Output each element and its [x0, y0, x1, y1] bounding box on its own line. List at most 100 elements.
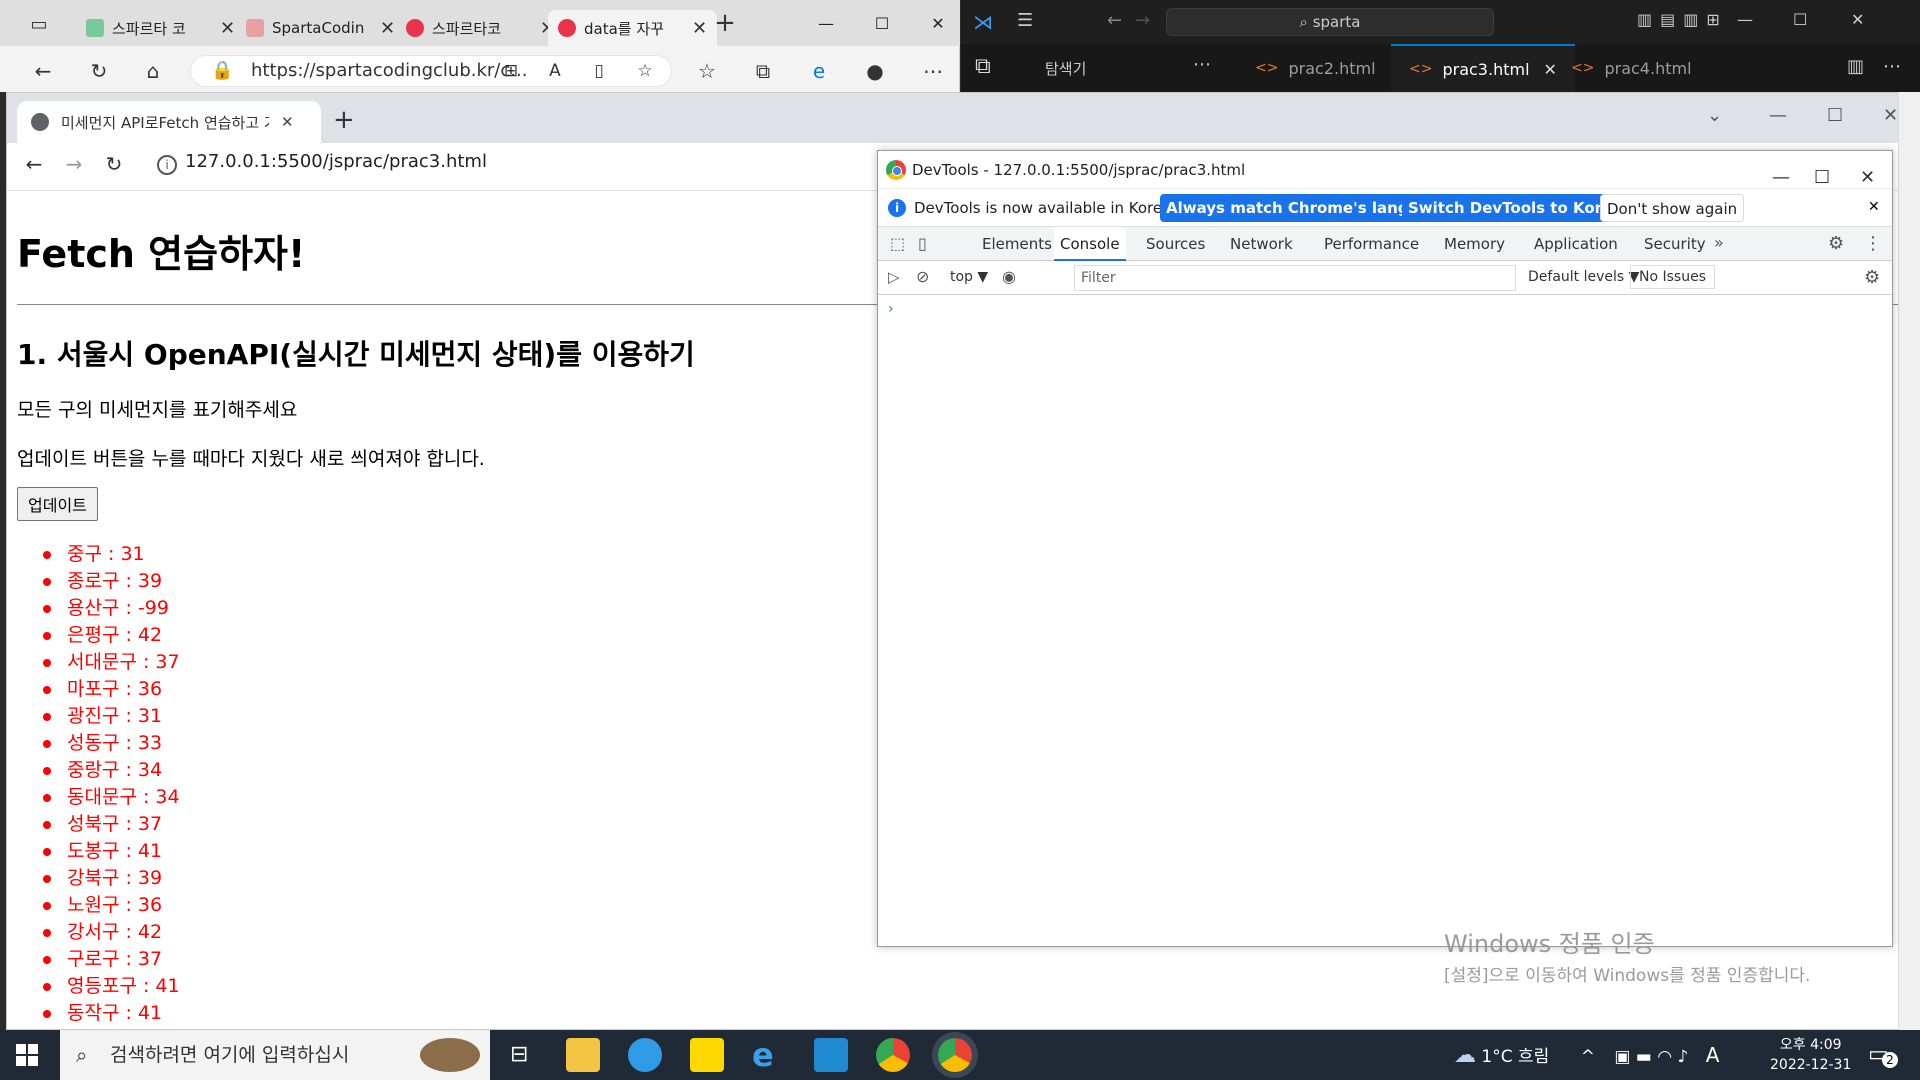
new-tab-icon[interactable]: +	[333, 105, 355, 135]
forward-icon[interactable]: →	[61, 151, 87, 177]
close-icon[interactable]: ✕	[1868, 199, 1880, 215]
eye-icon[interactable]: ◉	[1002, 267, 1016, 286]
vscode-icon[interactable]	[814, 1038, 848, 1072]
tray-icons[interactable]: ▣ ▬ ◠ ♪	[1614, 1047, 1688, 1067]
vscode-command-search[interactable]: ⌕ sparta	[1166, 8, 1494, 36]
list-item: 동작구 : 41	[43, 1000, 1913, 1027]
more-actions-icon[interactable]: ⋯	[1883, 56, 1901, 77]
close-icon[interactable]: ✕	[692, 18, 707, 39]
task-view-icon[interactable]: ⊟	[510, 1042, 528, 1067]
tab-network[interactable]: Network	[1224, 227, 1299, 261]
windows-start-icon[interactable]	[16, 1044, 38, 1066]
html-file-icon: <>	[1255, 60, 1279, 76]
site-info-icon[interactable]: i	[157, 155, 177, 175]
tab-elements[interactable]: Elements	[976, 227, 1058, 261]
tab-actions-icon[interactable]: ▭	[26, 12, 52, 38]
profile-icon[interactable]: ●	[862, 58, 888, 84]
read-aloud-icon[interactable]: A	[542, 58, 568, 84]
clock-date: 2022-12-31	[1770, 1057, 1852, 1073]
minimize-icon[interactable]: —	[816, 14, 836, 34]
input-language[interactable]: A	[1706, 1043, 1720, 1067]
chevron-up-icon[interactable]: ^	[1581, 1047, 1595, 1067]
edge-tab-1[interactable]: 스파르타 코 ✕	[76, 10, 245, 46]
close-icon[interactable]: ✕	[281, 113, 294, 131]
vscode-tab-prac2[interactable]: <> prac2.html	[1237, 44, 1394, 92]
close-window-icon[interactable]: ✕	[1883, 105, 1898, 126]
maximize-icon[interactable]: ☐	[1793, 10, 1807, 29]
back-icon[interactable]: ←	[21, 151, 47, 177]
sidebar-toggle-icon[interactable]: ▷	[888, 268, 900, 286]
chrome-url-text[interactable]: 127.0.0.1:5500/jsprac/prac3.html	[185, 151, 487, 172]
more-tabs-icon[interactable]: »	[1714, 233, 1724, 252]
edge-tab-3[interactable]: 스파르타코 ✕	[396, 10, 565, 46]
chrome-icon[interactable]	[876, 1038, 910, 1072]
close-icon[interactable]: ✕	[380, 18, 395, 39]
watermark-line-1: Windows 정품 인증	[1444, 930, 1655, 958]
chrome-tab-active[interactable]: 미세먼지 API로Fetch 연습하고 가 ✕	[17, 101, 321, 143]
weather-text[interactable]: 1°C 흐림	[1481, 1047, 1549, 1067]
notification-center-icon[interactable]: ▭ 2	[1868, 1042, 1898, 1068]
console-prompt[interactable]: ›	[888, 301, 894, 317]
tab-sources[interactable]: Sources	[1140, 227, 1211, 261]
vscode-tab-prac4[interactable]: <> prac4.html	[1553, 44, 1710, 92]
maximize-icon[interactable]: ☐	[872, 14, 892, 34]
favorites-icon[interactable]: ☆	[694, 58, 720, 84]
chrome-active-icon[interactable]	[938, 1038, 972, 1072]
heart-favicon-icon	[406, 19, 424, 37]
menu-icon[interactable]: ☰	[1017, 10, 1033, 31]
minimize-icon[interactable]: —	[1769, 105, 1787, 126]
taskbar-clock[interactable]: 오후 4:09 2022-12-31	[1770, 1035, 1851, 1075]
maximize-icon[interactable]: ☐	[1827, 105, 1843, 126]
explorer-icon[interactable]: ⧉	[975, 54, 991, 79]
system-tray: ☁ 1°C 흐림 ^ ▣ ▬ ◠ ♪ A	[1454, 1030, 1719, 1080]
tab-application[interactable]: Application	[1528, 227, 1624, 261]
context-select[interactable]: top ▼	[950, 269, 988, 285]
immersive-reader-icon[interactable]: ▯	[586, 58, 612, 84]
gear-icon[interactable]: ⚙	[1828, 233, 1844, 254]
tab-label: prac3.html	[1442, 59, 1530, 79]
more-icon[interactable]: ⋯	[920, 58, 946, 84]
issues-counter[interactable]: No Issues	[1630, 265, 1715, 289]
close-window-icon[interactable]: ✕	[928, 14, 948, 34]
update-button[interactable]: 업데이트	[17, 487, 98, 521]
inspect-element-icon[interactable]: ⬚	[890, 234, 905, 253]
dont-show-again-button[interactable]: Don't show again	[1600, 194, 1745, 222]
close-icon[interactable]: ✕	[220, 18, 235, 39]
favorite-add-icon[interactable]: ☆	[632, 58, 658, 84]
tab-favicon-icon	[86, 19, 104, 37]
minimize-icon[interactable]: —	[1737, 10, 1753, 29]
device-toolbar-icon[interactable]: ▯	[918, 234, 927, 253]
edge-tab-4[interactable]: data를 자꾸 ✕	[548, 10, 718, 46]
edge-tab-2[interactable]: SpartaCodin ✕	[236, 10, 405, 46]
tab-memory[interactable]: Memory	[1438, 227, 1511, 261]
reload-icon[interactable]: ↻	[101, 151, 127, 177]
more-icon[interactable]: ⋯	[1193, 54, 1211, 75]
tab-search-icon[interactable]: ⌄	[1707, 105, 1722, 126]
vscode-tab-prac3[interactable]: <> prac3.html ✕	[1391, 44, 1575, 92]
refresh-icon[interactable]: ↻	[86, 58, 112, 84]
collections-icon[interactable]: ⧉	[750, 58, 776, 84]
tab-console[interactable]: Console	[1054, 227, 1126, 261]
edge-icon[interactable]	[628, 1038, 662, 1072]
levels-select[interactable]: Default levels ▼	[1528, 269, 1639, 285]
close-window-icon[interactable]: ✕	[1851, 10, 1864, 29]
edge-bar-icon[interactable]: e	[806, 58, 832, 84]
forward-icon[interactable]: →	[1135, 10, 1150, 31]
tab-performance[interactable]: Performance	[1318, 227, 1425, 261]
layout-icons[interactable]: ▥▤▥⊞	[1637, 10, 1728, 29]
filter-input[interactable]: Filter	[1074, 265, 1516, 291]
file-explorer-icon[interactable]	[566, 1038, 600, 1072]
sticky-notes-icon[interactable]	[690, 1038, 724, 1072]
split-editor-icon[interactable]: ▥	[1847, 56, 1864, 77]
clear-console-icon[interactable]: ⊘	[916, 267, 929, 286]
apps-icon[interactable]: ⊞	[498, 58, 524, 84]
internet-explorer-icon[interactable]: e	[752, 1036, 774, 1074]
back-icon[interactable]: ←	[30, 58, 56, 84]
gear-icon[interactable]: ⚙	[1864, 267, 1880, 288]
home-icon[interactable]: ⌂	[140, 58, 166, 84]
search-text: sparta	[1312, 13, 1361, 31]
tab-security[interactable]: Security	[1638, 227, 1712, 261]
back-icon[interactable]: ←	[1107, 10, 1122, 31]
kebab-menu-icon[interactable]: ⋮	[1864, 233, 1882, 254]
new-tab-icon[interactable]: +	[712, 10, 738, 36]
